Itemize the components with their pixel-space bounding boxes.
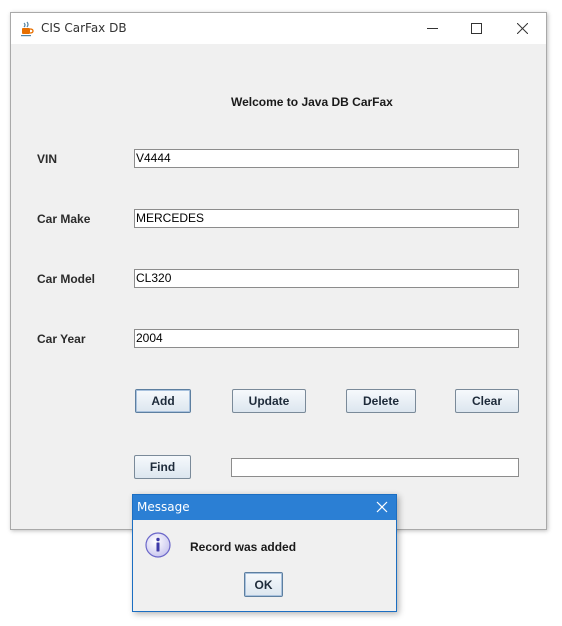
minimize-button[interactable] [410, 13, 454, 44]
minimize-icon [426, 28, 438, 29]
dialog-title: Message [137, 500, 190, 514]
car-year-label: Car Year [37, 332, 86, 346]
ok-button[interactable]: OK [244, 572, 283, 597]
clear-button[interactable]: Clear [455, 389, 519, 413]
java-coffee-cup-icon [21, 21, 34, 37]
close-icon[interactable] [374, 499, 390, 515]
close-icon [516, 23, 528, 34]
add-button[interactable]: Add [135, 389, 191, 413]
update-button[interactable]: Update [232, 389, 306, 413]
delete-button[interactable]: Delete [346, 389, 416, 413]
form-panel: Welcome to Java DB CarFax VIN V4444 Car … [11, 44, 546, 529]
vin-field[interactable]: V4444 [134, 149, 519, 168]
information-icon [145, 532, 171, 558]
find-input[interactable] [231, 458, 519, 477]
main-window: CIS CarFax DB Welcome to Java DB CarFax … [10, 12, 547, 530]
close-button[interactable] [500, 13, 544, 44]
welcome-heading: Welcome to Java DB CarFax [231, 95, 393, 109]
maximize-icon [470, 23, 482, 34]
window-title: CIS CarFax DB [41, 21, 127, 35]
car-model-label: Car Model [37, 272, 96, 286]
title-bar[interactable]: CIS CarFax DB [11, 13, 546, 44]
dialog-title-bar[interactable]: Message [133, 495, 396, 520]
dialog-message: Record was added [190, 540, 297, 554]
car-model-field[interactable]: CL320 [134, 269, 519, 288]
car-year-field[interactable]: 2004 [134, 329, 519, 348]
find-button[interactable]: Find [134, 455, 191, 479]
message-dialog: Message Record was added OK [132, 494, 397, 612]
maximize-button[interactable] [454, 13, 498, 44]
car-make-field[interactable]: MERCEDES [134, 209, 519, 228]
car-make-label: Car Make [37, 212, 91, 226]
vin-label: VIN [37, 152, 58, 166]
